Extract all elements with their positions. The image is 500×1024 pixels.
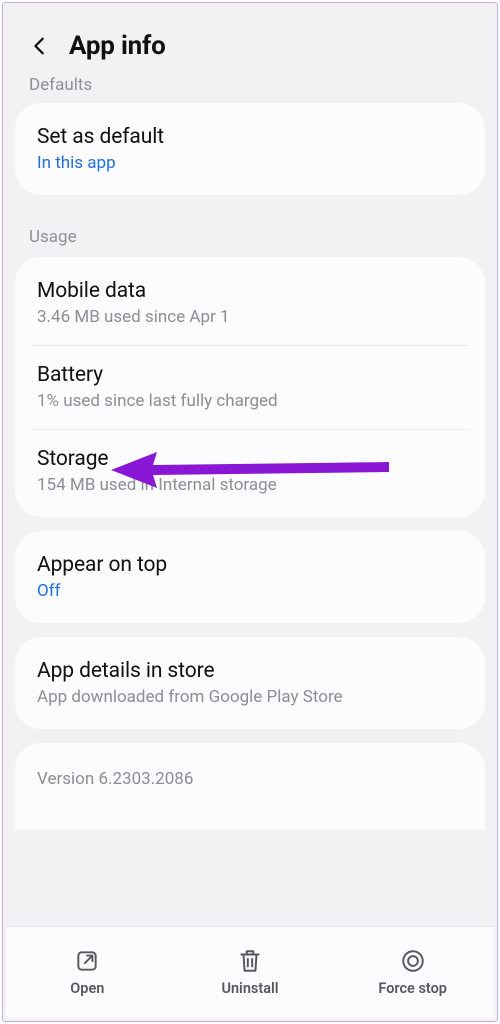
- version-text: Version 6.2303.2086: [37, 769, 463, 789]
- chevron-left-icon: [29, 35, 51, 57]
- header: App info: [15, 15, 485, 83]
- section-label-defaults: Defaults: [15, 75, 485, 103]
- row-sub: In this app: [37, 153, 463, 173]
- card-version: Version 6.2303.2086: [15, 743, 485, 829]
- row-app-details[interactable]: App details in store App downloaded from…: [15, 641, 485, 725]
- trash-icon: [237, 948, 263, 974]
- row-title: Battery: [37, 363, 463, 387]
- row-title: Appear on top: [37, 553, 463, 577]
- open-label: Open: [70, 980, 104, 997]
- card-appear-on-top: Appear on top Off: [15, 531, 485, 623]
- row-appear-on-top[interactable]: Appear on top Off: [15, 535, 485, 619]
- card-app-details: App details in store App downloaded from…: [15, 637, 485, 729]
- uninstall-button[interactable]: Uninstall: [169, 927, 332, 1018]
- row-mobile-data[interactable]: Mobile data 3.46 MB used since Apr 1: [15, 261, 485, 345]
- force-stop-label: Force stop: [378, 980, 447, 997]
- open-icon: [74, 948, 100, 974]
- row-set-as-default[interactable]: Set as default In this app: [15, 107, 485, 191]
- row-sub: Off: [37, 581, 463, 601]
- row-sub: 3.46 MB used since Apr 1: [37, 307, 463, 327]
- row-storage[interactable]: Storage 154 MB used in Internal storage: [15, 429, 485, 513]
- open-button[interactable]: Open: [6, 927, 169, 1018]
- row-title: Storage: [37, 447, 463, 471]
- row-title: Mobile data: [37, 279, 463, 303]
- row-sub: 1% used since last fully charged: [37, 391, 463, 411]
- card-defaults: Set as default In this app: [15, 103, 485, 195]
- row-title: App details in store: [37, 659, 463, 683]
- uninstall-label: Uninstall: [221, 980, 278, 997]
- bottom-bar: Open Uninstall Force stop: [6, 926, 494, 1018]
- section-label-usage: Usage: [15, 209, 485, 257]
- row-sub: App downloaded from Google Play Store: [37, 687, 463, 707]
- page-title: App info: [69, 31, 166, 61]
- card-usage: Mobile data 3.46 MB used since Apr 1 Bat…: [15, 257, 485, 517]
- stop-icon: [400, 948, 426, 974]
- back-button[interactable]: [27, 33, 53, 59]
- force-stop-button[interactable]: Force stop: [331, 927, 494, 1018]
- row-sub: 154 MB used in Internal storage: [37, 475, 463, 495]
- row-battery[interactable]: Battery 1% used since last fully charged: [15, 345, 485, 429]
- row-title: Set as default: [37, 125, 463, 149]
